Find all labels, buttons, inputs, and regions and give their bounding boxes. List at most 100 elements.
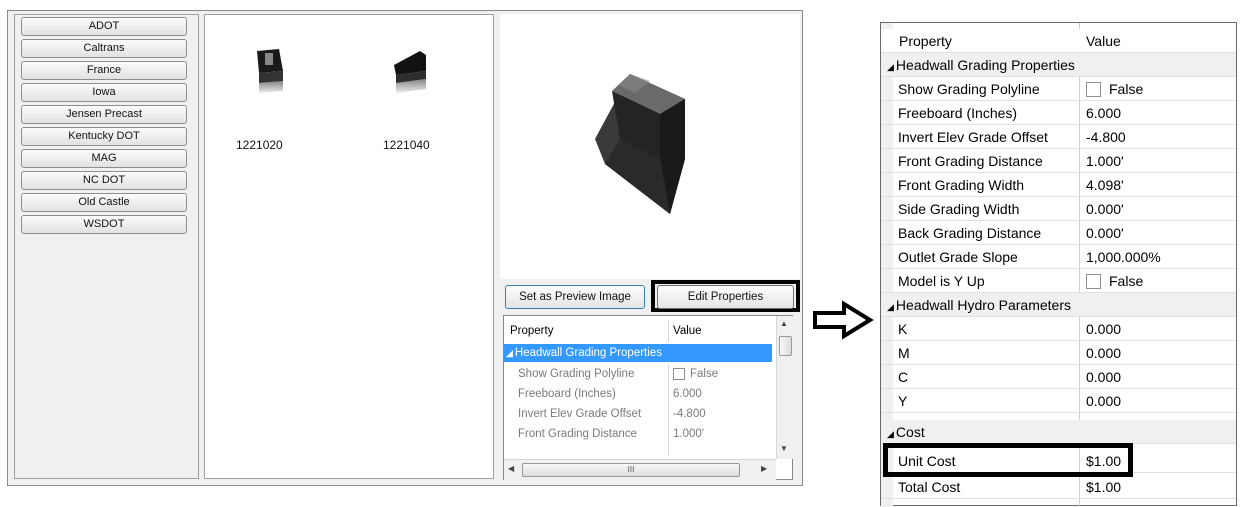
property-row-total-cost[interactable]: Total Cost $1.00 xyxy=(881,475,1236,499)
collapse-triangle-icon[interactable]: ◢ xyxy=(887,429,894,439)
property-name: Outlet Grade Slope xyxy=(898,249,1018,265)
agency-button-mag[interactable]: MAG xyxy=(21,149,187,168)
property-value: 6.000 xyxy=(1086,105,1122,121)
preview-panel xyxy=(500,14,800,279)
scroll-left-arrow-icon[interactable]: ◀ xyxy=(508,464,514,473)
property-row[interactable]: Freeboard (Inches) 6.000 xyxy=(504,385,774,403)
property-name: Show Grading Polyline xyxy=(518,368,635,380)
property-name: Show Grading Polyline xyxy=(898,81,1040,97)
thumbnail-label-1221020: 1221020 xyxy=(236,138,283,152)
agency-button-jensen-precast[interactable]: Jensen Precast xyxy=(21,105,187,124)
unit-cost-highlight xyxy=(883,443,1133,477)
agency-button-adot[interactable]: ADOT xyxy=(21,17,187,36)
property-name: Front Grading Distance xyxy=(518,428,637,440)
property-name: Freeboard (Inches) xyxy=(898,105,1018,121)
headwall-3d-preview xyxy=(595,74,685,214)
property-row[interactable]: Freeboard (Inches) 6.000 xyxy=(881,101,1236,125)
right-arrow-icon xyxy=(813,300,874,340)
thumbnail-label-1221040: 1221040 xyxy=(383,138,430,152)
property-value: $1.00 xyxy=(1086,479,1122,495)
collapse-triangle-icon[interactable]: ◢ xyxy=(887,302,894,312)
agency-button-caltrans[interactable]: Caltrans xyxy=(21,39,187,58)
property-value: False xyxy=(1109,273,1144,289)
property-value: 0.000 xyxy=(1086,393,1122,409)
property-row[interactable]: Side Grading Width 0.000' xyxy=(881,197,1236,221)
property-grid-large[interactable]: Property Value ◢ Headwall Grading Propert… xyxy=(880,22,1237,507)
collapse-triangle-icon[interactable]: ◢ xyxy=(506,348,513,358)
horizontal-scrollbar[interactable]: ◀ III ▶ xyxy=(504,459,776,480)
property-value: 0.000 xyxy=(1086,369,1122,385)
property-value: 4.098' xyxy=(1086,177,1124,193)
property-name: Invert Elev Grade Offset xyxy=(518,408,642,420)
property-value: -4.800 xyxy=(673,408,706,420)
property-name: Back Grading Distance xyxy=(898,225,1042,241)
edit-properties-button[interactable]: Edit Properties xyxy=(657,285,794,309)
property-name: Side Grading Width xyxy=(898,201,1020,217)
property-row[interactable]: K 0.000 xyxy=(881,317,1236,341)
property-row[interactable]: Outlet Grade Slope 1,000.000% xyxy=(881,245,1236,269)
property-name: Total Cost xyxy=(898,479,961,495)
scroll-thumb[interactable] xyxy=(779,336,792,356)
checkbox-icon[interactable] xyxy=(673,367,685,380)
headwall-wedge-icon xyxy=(394,51,426,93)
property-value: -4.800 xyxy=(1086,129,1126,145)
agency-button-old-castle[interactable]: Old Castle xyxy=(21,193,187,212)
property-name: Invert Elev Grade Offset xyxy=(898,129,1048,145)
property-row[interactable]: Invert Elev Grade Offset -4.800 xyxy=(504,405,774,423)
header-property: Property xyxy=(899,33,952,49)
property-grid-small[interactable]: Property Value ◢ Headwall Grading Propert… xyxy=(503,315,793,480)
agency-button-wsdot[interactable]: WSDOT xyxy=(21,215,187,234)
property-name: C xyxy=(898,369,909,385)
property-row[interactable]: Front Grading Width 4.098' xyxy=(881,173,1236,197)
header-value: Value xyxy=(673,325,702,337)
headwall-thumbnail-1221020[interactable] xyxy=(245,45,295,100)
headwall-thumbnail-1221040[interactable] xyxy=(388,45,438,100)
column-divider xyxy=(668,364,669,456)
property-row[interactable]: Back Grading Distance 0.000' xyxy=(881,221,1236,245)
property-name: Y xyxy=(898,393,908,409)
scroll-up-arrow-icon[interactable]: ▲ xyxy=(780,319,788,328)
scroll-thumb-horizontal[interactable]: III xyxy=(522,463,740,477)
category-row-grading[interactable]: ◢ Headwall Grading Properties xyxy=(881,53,1236,77)
agency-button-france[interactable]: France xyxy=(21,61,187,80)
agency-list-panel: ADOT Caltrans France Iowa Jensen Precast… xyxy=(14,14,199,479)
property-row[interactable]: M 0.000 xyxy=(881,341,1236,365)
property-row[interactable]: Model is Y Up False xyxy=(881,269,1236,293)
grid-header: Property Value xyxy=(504,322,774,340)
property-value: False xyxy=(1109,81,1144,97)
collapse-triangle-icon[interactable]: ◢ xyxy=(887,62,894,72)
property-name: Front Grading Width xyxy=(898,177,1025,193)
property-value: 1,000.000% xyxy=(1086,249,1161,265)
header-value: Value xyxy=(1086,33,1121,49)
property-row[interactable]: Invert Elev Grade Offset -4.800 xyxy=(881,125,1236,149)
property-row[interactable]: Front Grading Distance 1.000' xyxy=(881,149,1236,173)
property-row[interactable]: Show Grading Polyline False xyxy=(881,77,1236,101)
vertical-scrollbar[interactable]: ▲ ▼ xyxy=(776,316,793,459)
property-value: 0.000 xyxy=(1086,321,1122,337)
agency-button-iowa[interactable]: Iowa xyxy=(21,83,187,102)
scroll-right-arrow-icon[interactable]: ▶ xyxy=(761,464,767,473)
category-row-selected[interactable]: ◢ Headwall Grading Properties xyxy=(504,344,772,362)
column-divider xyxy=(668,320,669,342)
property-value: 1.000' xyxy=(673,428,704,440)
property-name: Model is Y Up xyxy=(898,273,985,289)
scroll-down-arrow-icon[interactable]: ▼ xyxy=(780,444,788,453)
agency-button-nc-dot[interactable]: NC DOT xyxy=(21,171,187,190)
property-row[interactable]: Show Grading Polyline False xyxy=(504,365,774,383)
category-row-cost[interactable]: ◢ Cost xyxy=(881,420,1236,444)
checkbox-icon[interactable] xyxy=(1086,81,1101,97)
property-value: False xyxy=(690,368,719,380)
category-label: Headwall Grading Properties xyxy=(895,57,1075,73)
category-row-hydro[interactable]: ◢ Headwall Hydro Parameters xyxy=(881,293,1236,317)
property-row[interactable]: C 0.000 xyxy=(881,365,1236,389)
checkbox-icon[interactable] xyxy=(1086,273,1101,289)
property-row[interactable]: Front Grading Distance 1.000' xyxy=(504,425,774,443)
property-name: Front Grading Distance xyxy=(898,153,1043,169)
thumbnail-gallery: 1221020 1221040 xyxy=(204,14,494,479)
set-preview-image-button[interactable]: Set as Preview Image xyxy=(505,285,645,309)
category-label: Headwall Hydro Parameters xyxy=(895,297,1071,313)
category-label: Cost xyxy=(895,424,925,440)
agency-button-kentucky-dot[interactable]: Kentucky DOT xyxy=(21,127,187,146)
headwall-cube-icon xyxy=(257,49,283,93)
property-row[interactable]: Y 0.000 xyxy=(881,389,1236,413)
